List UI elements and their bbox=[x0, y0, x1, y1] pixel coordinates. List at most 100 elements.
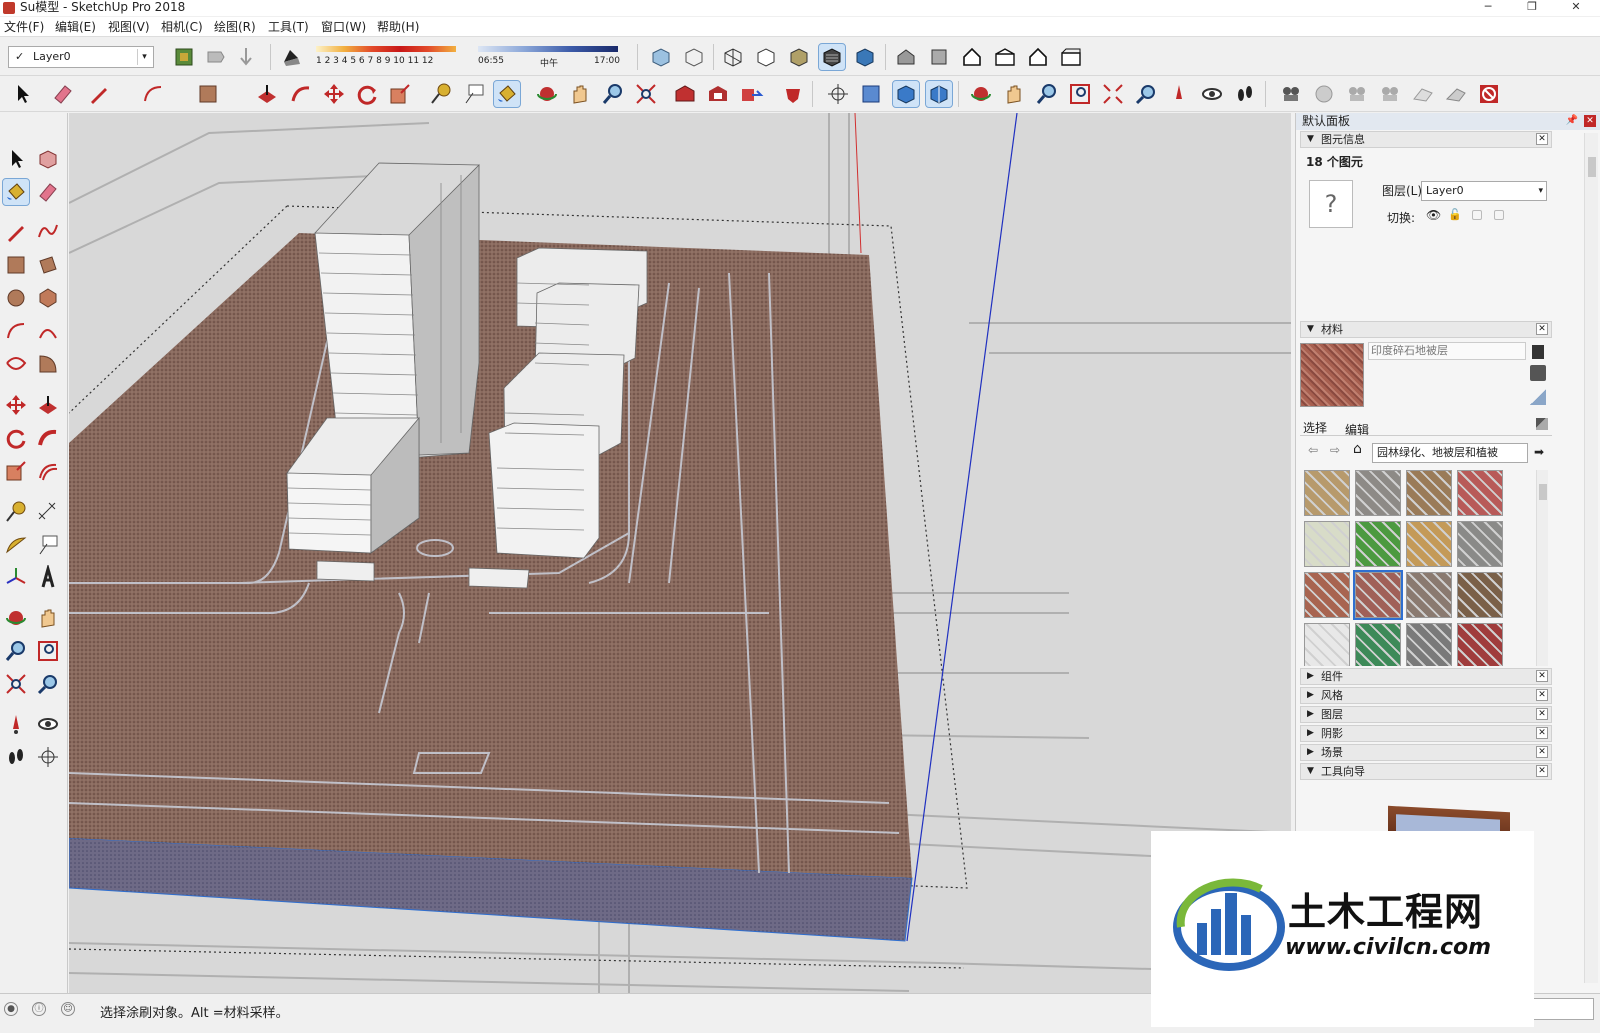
close-icon[interactable]: ✕ bbox=[1536, 746, 1548, 758]
material-swatch[interactable] bbox=[1304, 521, 1350, 567]
entity-layer-select[interactable]: Layer0 ▾ bbox=[1421, 181, 1547, 201]
lock-icon[interactable]: 🔓 bbox=[1448, 208, 1462, 221]
zoom-icon[interactable] bbox=[600, 81, 626, 107]
visibility-eye-icon[interactable]: 👁 bbox=[1426, 208, 1441, 222]
material-swatch[interactable] bbox=[1406, 470, 1452, 516]
make-component-icon[interactable] bbox=[35, 146, 61, 172]
close-icon[interactable]: ✕ bbox=[1536, 708, 1548, 720]
rectangle-tool-icon[interactable] bbox=[3, 252, 29, 278]
move-icon[interactable] bbox=[321, 81, 347, 107]
zoom-2-icon[interactable] bbox=[1034, 81, 1060, 107]
material-swatch[interactable] bbox=[1304, 572, 1350, 618]
menu-help[interactable]: 帮助(H) bbox=[377, 19, 419, 35]
left-view-icon[interactable] bbox=[1058, 44, 1084, 70]
follow-me-icon[interactable] bbox=[288, 81, 314, 107]
material-swatch[interactable] bbox=[1457, 623, 1503, 666]
line-tool-icon[interactable] bbox=[3, 219, 29, 245]
details-arrow-icon[interactable]: ➡ bbox=[1534, 445, 1544, 459]
shadow-time-slider[interactable]: 06:55 中午 17:00 bbox=[478, 46, 620, 72]
zoom-extents-icon[interactable] bbox=[633, 81, 659, 107]
follow-me-tool-icon[interactable] bbox=[35, 425, 61, 451]
forward-arrow-icon[interactable]: ⇨ bbox=[1330, 443, 1340, 457]
entity-info-header[interactable]: ▼ 图元信息 ✕ bbox=[1300, 131, 1552, 148]
create-material-icon[interactable] bbox=[1530, 365, 1546, 381]
maximize-button[interactable]: ❐ bbox=[1510, 0, 1554, 16]
orbit-2-icon[interactable] bbox=[968, 81, 994, 107]
menu-edit[interactable]: 编辑(E) bbox=[55, 19, 96, 35]
material-swatch[interactable] bbox=[1355, 521, 1401, 567]
rectangle-icon[interactable] bbox=[195, 81, 221, 107]
previous-view-icon[interactable] bbox=[1133, 81, 1159, 107]
pie-tool-icon[interactable] bbox=[35, 351, 61, 377]
cast-shadows-icon[interactable] bbox=[1494, 210, 1504, 220]
close-icon[interactable]: ✕ bbox=[1536, 765, 1548, 777]
zoom-tool-icon[interactable] bbox=[3, 638, 29, 664]
menu-draw[interactable]: 绘图(R) bbox=[214, 19, 256, 35]
home-icon[interactable]: ⌂ bbox=[1353, 441, 1362, 457]
extension-warehouse-icon[interactable] bbox=[780, 81, 806, 107]
sandbox-icon[interactable] bbox=[1278, 81, 1304, 107]
material-dropper-icon[interactable] bbox=[1532, 345, 1544, 359]
material-swatch[interactable] bbox=[1457, 521, 1503, 567]
material-swatch[interactable] bbox=[1406, 572, 1452, 618]
material-swatch[interactable] bbox=[1406, 623, 1452, 666]
default-material-icon[interactable] bbox=[1530, 389, 1546, 405]
back-view-icon[interactable] bbox=[1025, 44, 1051, 70]
push-pull-icon[interactable] bbox=[254, 81, 280, 107]
hidden-line-icon[interactable] bbox=[753, 44, 779, 70]
tape-measure-tool-icon[interactable] bbox=[3, 499, 29, 525]
material-swatch[interactable] bbox=[1457, 572, 1503, 618]
move-tool-icon[interactable] bbox=[3, 392, 29, 418]
position-camera-icon[interactable] bbox=[1166, 81, 1192, 107]
pin-icon[interactable]: 📌 bbox=[1566, 115, 1578, 126]
flip-edge-icon[interactable] bbox=[1443, 81, 1469, 107]
back-edges-icon[interactable] bbox=[681, 44, 707, 70]
protractor-tool-icon[interactable] bbox=[3, 532, 29, 558]
material-swatch[interactable] bbox=[1355, 623, 1401, 666]
shaded-icon[interactable] bbox=[786, 44, 812, 70]
rotated-rectangle-icon[interactable] bbox=[35, 252, 61, 278]
geolocation-icon[interactable]: ● bbox=[4, 1002, 18, 1016]
pan-2-icon[interactable] bbox=[1001, 81, 1027, 107]
menu-tools[interactable]: 工具(T) bbox=[268, 19, 309, 35]
close-icon[interactable]: ✕ bbox=[1536, 727, 1548, 739]
back-arrow-icon[interactable]: ⇦ bbox=[1308, 443, 1318, 457]
paint-bucket-icon[interactable] bbox=[493, 80, 521, 108]
tray-close-icon[interactable]: ✕ bbox=[1584, 115, 1596, 127]
look-around-icon[interactable] bbox=[1199, 81, 1225, 107]
scale-icon[interactable] bbox=[387, 81, 413, 107]
menu-view[interactable]: 视图(V) bbox=[108, 19, 150, 35]
axes-crosshair-icon[interactable] bbox=[825, 81, 851, 107]
components-header[interactable]: ▶ 组件 ✕ bbox=[1300, 668, 1552, 685]
scale-tool-icon[interactable] bbox=[3, 458, 29, 484]
select-tool-icon[interactable] bbox=[3, 146, 29, 172]
section-fill-icon[interactable] bbox=[925, 80, 953, 108]
sample-paint-icon[interactable] bbox=[1536, 418, 1548, 430]
menu-window[interactable]: 窗口(W) bbox=[321, 19, 366, 35]
menu-camera[interactable]: 相机(C) bbox=[161, 19, 203, 35]
wireframe-icon[interactable] bbox=[720, 44, 746, 70]
shaded-with-textures-icon[interactable] bbox=[818, 43, 846, 71]
freehand-tool-icon[interactable] bbox=[35, 219, 61, 245]
text-tool-icon[interactable] bbox=[461, 81, 487, 107]
push-pull-tool-icon[interactable] bbox=[35, 392, 61, 418]
previous-view-tool-icon[interactable] bbox=[35, 671, 61, 697]
layer-forward-icon[interactable] bbox=[203, 44, 229, 70]
material-swatch[interactable] bbox=[1304, 623, 1350, 666]
tab-select[interactable]: 选择 bbox=[1303, 419, 1327, 436]
xray-face-style-icon[interactable] bbox=[648, 44, 674, 70]
material-name-field[interactable]: 印度碎石地被层 bbox=[1368, 342, 1526, 360]
close-icon[interactable]: ✕ bbox=[1536, 689, 1548, 701]
section-plane-tool-icon[interactable] bbox=[35, 744, 61, 770]
drape-icon[interactable] bbox=[1377, 81, 1403, 107]
axes-tool-icon[interactable] bbox=[3, 565, 29, 591]
select-arrow-icon[interactable] bbox=[10, 81, 36, 107]
warehouse-icon[interactable] bbox=[672, 81, 698, 107]
share-component-icon[interactable] bbox=[738, 81, 764, 107]
tape-measure-icon[interactable] bbox=[428, 81, 454, 107]
material-swatch[interactable] bbox=[1406, 521, 1452, 567]
materials-header[interactable]: ▼ 材料 ✕ bbox=[1300, 321, 1552, 338]
smoove-icon[interactable] bbox=[1311, 81, 1337, 107]
user-account-icon[interactable]: ☺ bbox=[61, 1002, 75, 1016]
rotate-tool-icon[interactable] bbox=[3, 425, 29, 451]
